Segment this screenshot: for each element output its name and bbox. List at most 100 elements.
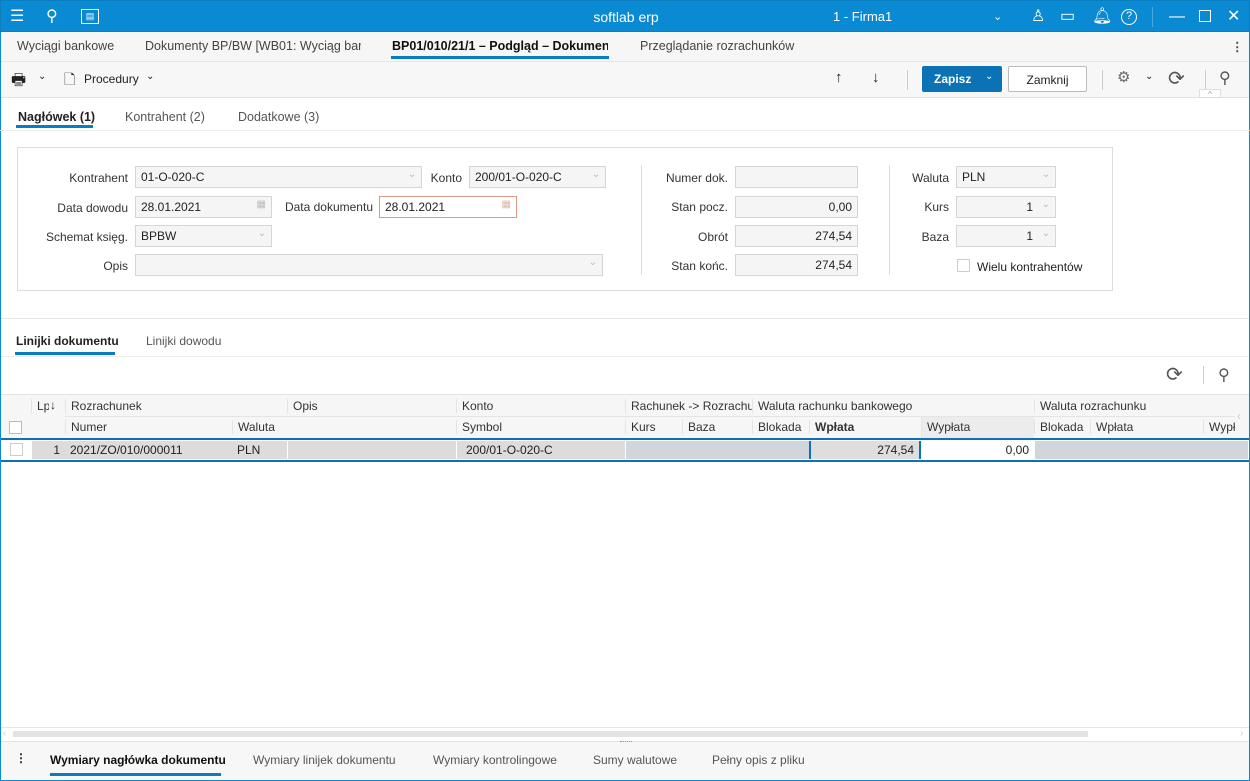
kontrahent-select[interactable]: 01-O-020-C ⌄ [135,166,422,188]
title-bar: ☰ ⚲ ▤ softlab erp 1 - Firma1 ⌄ ♙ ▭ 🔔︎ ? … [0,0,1250,32]
kurs-field[interactable]: 1 ⌄ [956,196,1056,218]
chevron-down-icon: ⌄ [1041,199,1050,210]
divider [907,70,908,90]
divider [1,318,1249,319]
opis-select[interactable]: ⌄ [135,254,603,276]
tab-dokumenty[interactable]: Dokumenty BP/BW [WB01: Wyciąg ban [145,39,361,53]
more-icon[interactable]: ⋮ [15,751,27,765]
search-filter-icon[interactable]: ⚲ [1219,68,1231,88]
kurs-value: 1 [1026,200,1033,214]
cell-waluta-rozrachunku[interactable] [1034,441,1248,459]
splitter-handle[interactable] [620,741,632,743]
arrow-down-icon[interactable]: ↓ [872,69,880,86]
chevron-down-icon[interactable]: ⌄ [985,71,993,82]
group-waluta-rachunku: Waluta rachunku bankowego [752,399,1034,413]
print-icon[interactable]: 🖶︎ [11,69,26,96]
stan-pocz-label: Stan pocz. [671,200,728,214]
maximize-icon[interactable] [1199,10,1211,22]
cell-opis[interactable] [287,441,456,459]
calendar-icon[interactable]: ▦ [502,199,511,210]
cell-waluta[interactable]: PLN [232,441,287,459]
sort-down-icon[interactable]: ↓ [50,398,56,412]
column-blokada[interactable]: Blokada [752,420,809,434]
cell-symbol[interactable]: 200/01-O-020-C [456,441,625,459]
scroll-right-icon[interactable]: › [1240,728,1243,739]
cell-wplata[interactable]: 274,54 [809,441,921,459]
column-symbol[interactable]: Symbol [456,420,625,434]
chevron-down-icon[interactable]: ⌄ [146,71,154,82]
schemat-select[interactable]: BPBW ⌄ [135,225,272,247]
column-kurs[interactable]: Kurs [625,420,682,434]
data-dokumentu-field[interactable]: 28.01.2021 ▦ [379,196,517,218]
data-dowodu-field[interactable]: 28.01.2021 ▦ [135,196,272,218]
horizontal-scrollbar[interactable] [13,731,1088,737]
stan-konc-field: 274,54 [735,254,858,276]
calendar-icon[interactable]: ▦ [257,199,266,210]
numer-dok-label: Numer dok. [665,171,728,185]
cell-lp: 1 [31,441,65,459]
column-numer[interactable]: Numer [65,420,233,434]
collapse-icon[interactable]: ^ [1199,89,1221,99]
cell-kurs-baza-blokada[interactable] [625,441,809,459]
kurs-label: Kurs [924,200,949,214]
arrow-up-icon[interactable]: ↑ [835,69,843,86]
bottomtab-wymiary-naglowka[interactable]: Wymiary nagłówka dokumentu [50,753,226,767]
column-baza[interactable]: Baza [682,420,752,434]
group-rachunek-rozrachunek: Rachunek -> Rozrachunek [625,399,752,413]
linetab-dokumentu[interactable]: Linijki dokumentu [16,334,119,348]
wielu-kontrahentow-label: Wielu kontrahentów [977,260,1083,274]
tab-wyciagi[interactable]: Wyciągi bankowe [17,39,114,53]
row-checkbox[interactable] [10,443,23,456]
data-dowodu-label: Data dowodu [57,201,128,215]
select-all-checkbox[interactable] [9,421,22,434]
chevron-down-icon[interactable]: ⌄ [993,7,1002,27]
more-icon[interactable]: ⋮ [1231,39,1244,54]
column-wplata-rozr[interactable]: Wpłata [1090,420,1203,434]
bottomtab-pelny-opis[interactable]: Pełny opis z pliku [712,753,805,767]
bottomtab-wymiary-kontrolingowe[interactable]: Wymiary kontrolingowe [433,753,557,767]
chevron-down-icon[interactable]: ⌄ [1145,71,1153,82]
waluta-select[interactable]: PLN ⌄ [956,166,1056,188]
bottomtab-sumy-walutowe[interactable]: Sumy walutowe [593,753,677,767]
scroll-left-icon[interactable]: ‹ [3,728,6,739]
bottomtab-wymiary-linijek[interactable]: Wymiary linijek dokumentu [253,753,396,767]
divider [1,727,1249,728]
cell-numer[interactable]: 2021/ZO/010/000011 [65,441,232,459]
subtab-naglowek[interactable]: Nagłówek (1) [18,110,95,124]
grid-search-icon[interactable]: ⚲ [1218,365,1230,385]
refresh-icon[interactable]: ⟳ [1168,66,1185,91]
settings-warning-icon[interactable]: ⚙ [1117,68,1130,86]
konto-select[interactable]: 200/01-O-020-C ⌄ [469,166,606,188]
grid-refresh-icon[interactable]: ⟳ [1166,362,1183,387]
column-waluta[interactable]: Waluta [232,420,287,434]
column-wyplata-rozr[interactable]: Wypłata [1203,420,1235,434]
message-icon[interactable]: ▭ [1060,7,1075,27]
tab-podglad[interactable]: BP01/010/21/1 – Podgląd – Dokument [392,39,608,53]
company-selector[interactable]: 1 - Firma1 [833,9,892,24]
tab-rozrachunki[interactable]: Przeglądanie rozrachunków [640,39,794,53]
column-opis[interactable]: Opis [287,399,456,413]
save-button[interactable]: Zapisz ⌄ [922,66,1002,92]
baza-field[interactable]: 1 ⌄ [956,225,1056,247]
minimize-icon[interactable]: — [1169,7,1185,27]
waluta-value: PLN [962,170,986,184]
chevron-down-icon[interactable]: ⌄ [38,71,46,82]
wielu-kontrahentow-checkbox[interactable] [957,259,970,272]
bell-icon[interactable]: 🔔︎ [1092,7,1112,27]
numer-dok-field[interactable] [735,166,858,188]
column-wplata[interactable]: Wpłata [809,420,921,434]
procedures-button[interactable]: Procedury [84,72,139,86]
subtab-dodatkowe[interactable]: Dodatkowe (3) [238,110,319,124]
close-button[interactable]: Zamknij [1008,66,1087,92]
subtab-kontrahent[interactable]: Kontrahent (2) [125,110,205,124]
help-icon[interactable]: ? [1121,9,1137,25]
column-blokada-rozr[interactable]: Blokada [1034,420,1090,434]
close-icon[interactable]: ✕ [1227,7,1240,27]
linetab-dowodu[interactable]: Linijki dowodu [146,334,221,348]
column-wyplata[interactable]: Wypłata [921,417,1034,438]
divider [0,130,1250,131]
scroll-left-icon[interactable]: ‹ [1237,409,1241,423]
column-lp[interactable]: Lp [31,399,49,413]
user-icon[interactable]: ♙ [1031,7,1045,27]
cell-wyplata[interactable]: 0,00 [921,441,1034,459]
